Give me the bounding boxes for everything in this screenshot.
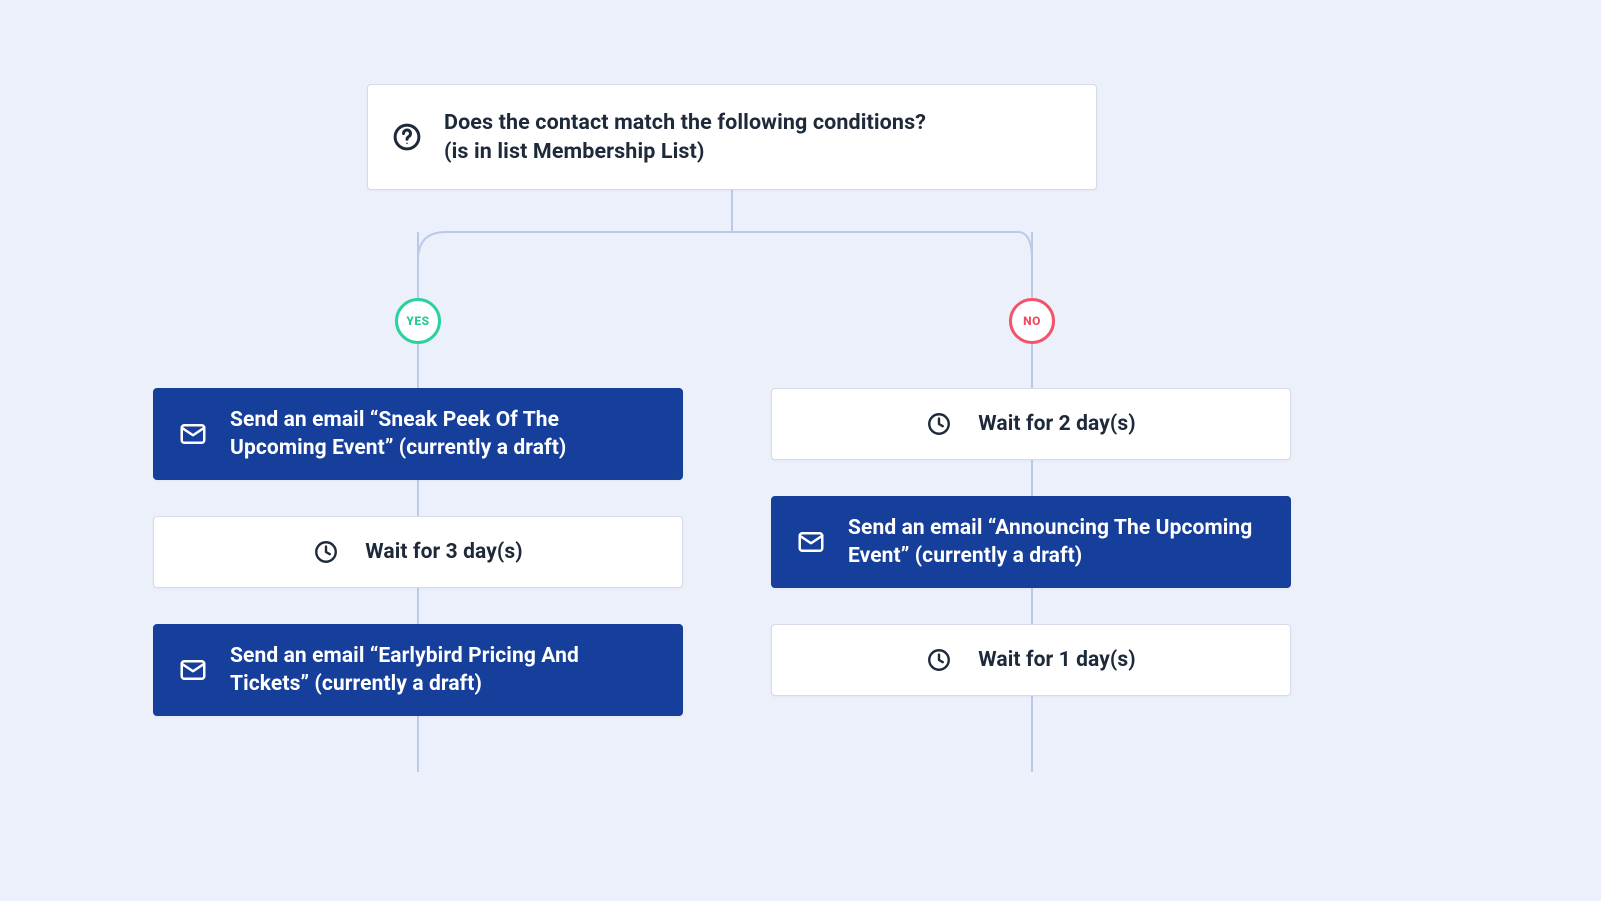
condition-node[interactable]: Does the contact match the following con… (367, 84, 1097, 190)
yes-step-2-wait[interactable]: Wait for 3 day(s) (153, 516, 683, 588)
no-step-1-wait[interactable]: Wait for 2 day(s) (771, 388, 1291, 460)
branch-badge-yes: YES (395, 298, 441, 344)
workflow-canvas: { "condition": { "line1": "Does the cont… (0, 0, 1601, 901)
yes-step-1-text: Send an email “Sneak Peek Of The Upcomin… (230, 406, 658, 463)
condition-line2: (is in list Membership List) (444, 137, 926, 166)
condition-line1: Does the contact match the following con… (444, 108, 926, 137)
no-step-1-text: Wait for 2 day(s) (978, 410, 1135, 438)
yes-step-3-email[interactable]: Send an email “Earlybird Pricing And Tic… (153, 624, 683, 716)
no-step-2-email[interactable]: Send an email “Announcing The Upcoming E… (771, 496, 1291, 588)
branch-yes-label: YES (406, 314, 429, 328)
no-step-3-wait[interactable]: Wait for 1 day(s) (771, 624, 1291, 696)
clock-icon (313, 539, 339, 565)
clock-icon (926, 411, 952, 437)
no-step-3-text: Wait for 1 day(s) (978, 646, 1135, 674)
no-step-2-text: Send an email “Announcing The Upcoming E… (848, 514, 1266, 571)
envelope-icon (178, 655, 208, 685)
yes-step-1-email[interactable]: Send an email “Sneak Peek Of The Upcomin… (153, 388, 683, 480)
envelope-icon (178, 419, 208, 449)
yes-step-2-text: Wait for 3 day(s) (365, 538, 522, 566)
branch-no-label: NO (1023, 314, 1041, 328)
envelope-icon (796, 527, 826, 557)
condition-text: Does the contact match the following con… (444, 108, 926, 166)
yes-step-3-text: Send an email “Earlybird Pricing And Tic… (230, 642, 658, 699)
question-icon (392, 122, 422, 152)
branch-badge-no: NO (1009, 298, 1055, 344)
clock-icon (926, 647, 952, 673)
